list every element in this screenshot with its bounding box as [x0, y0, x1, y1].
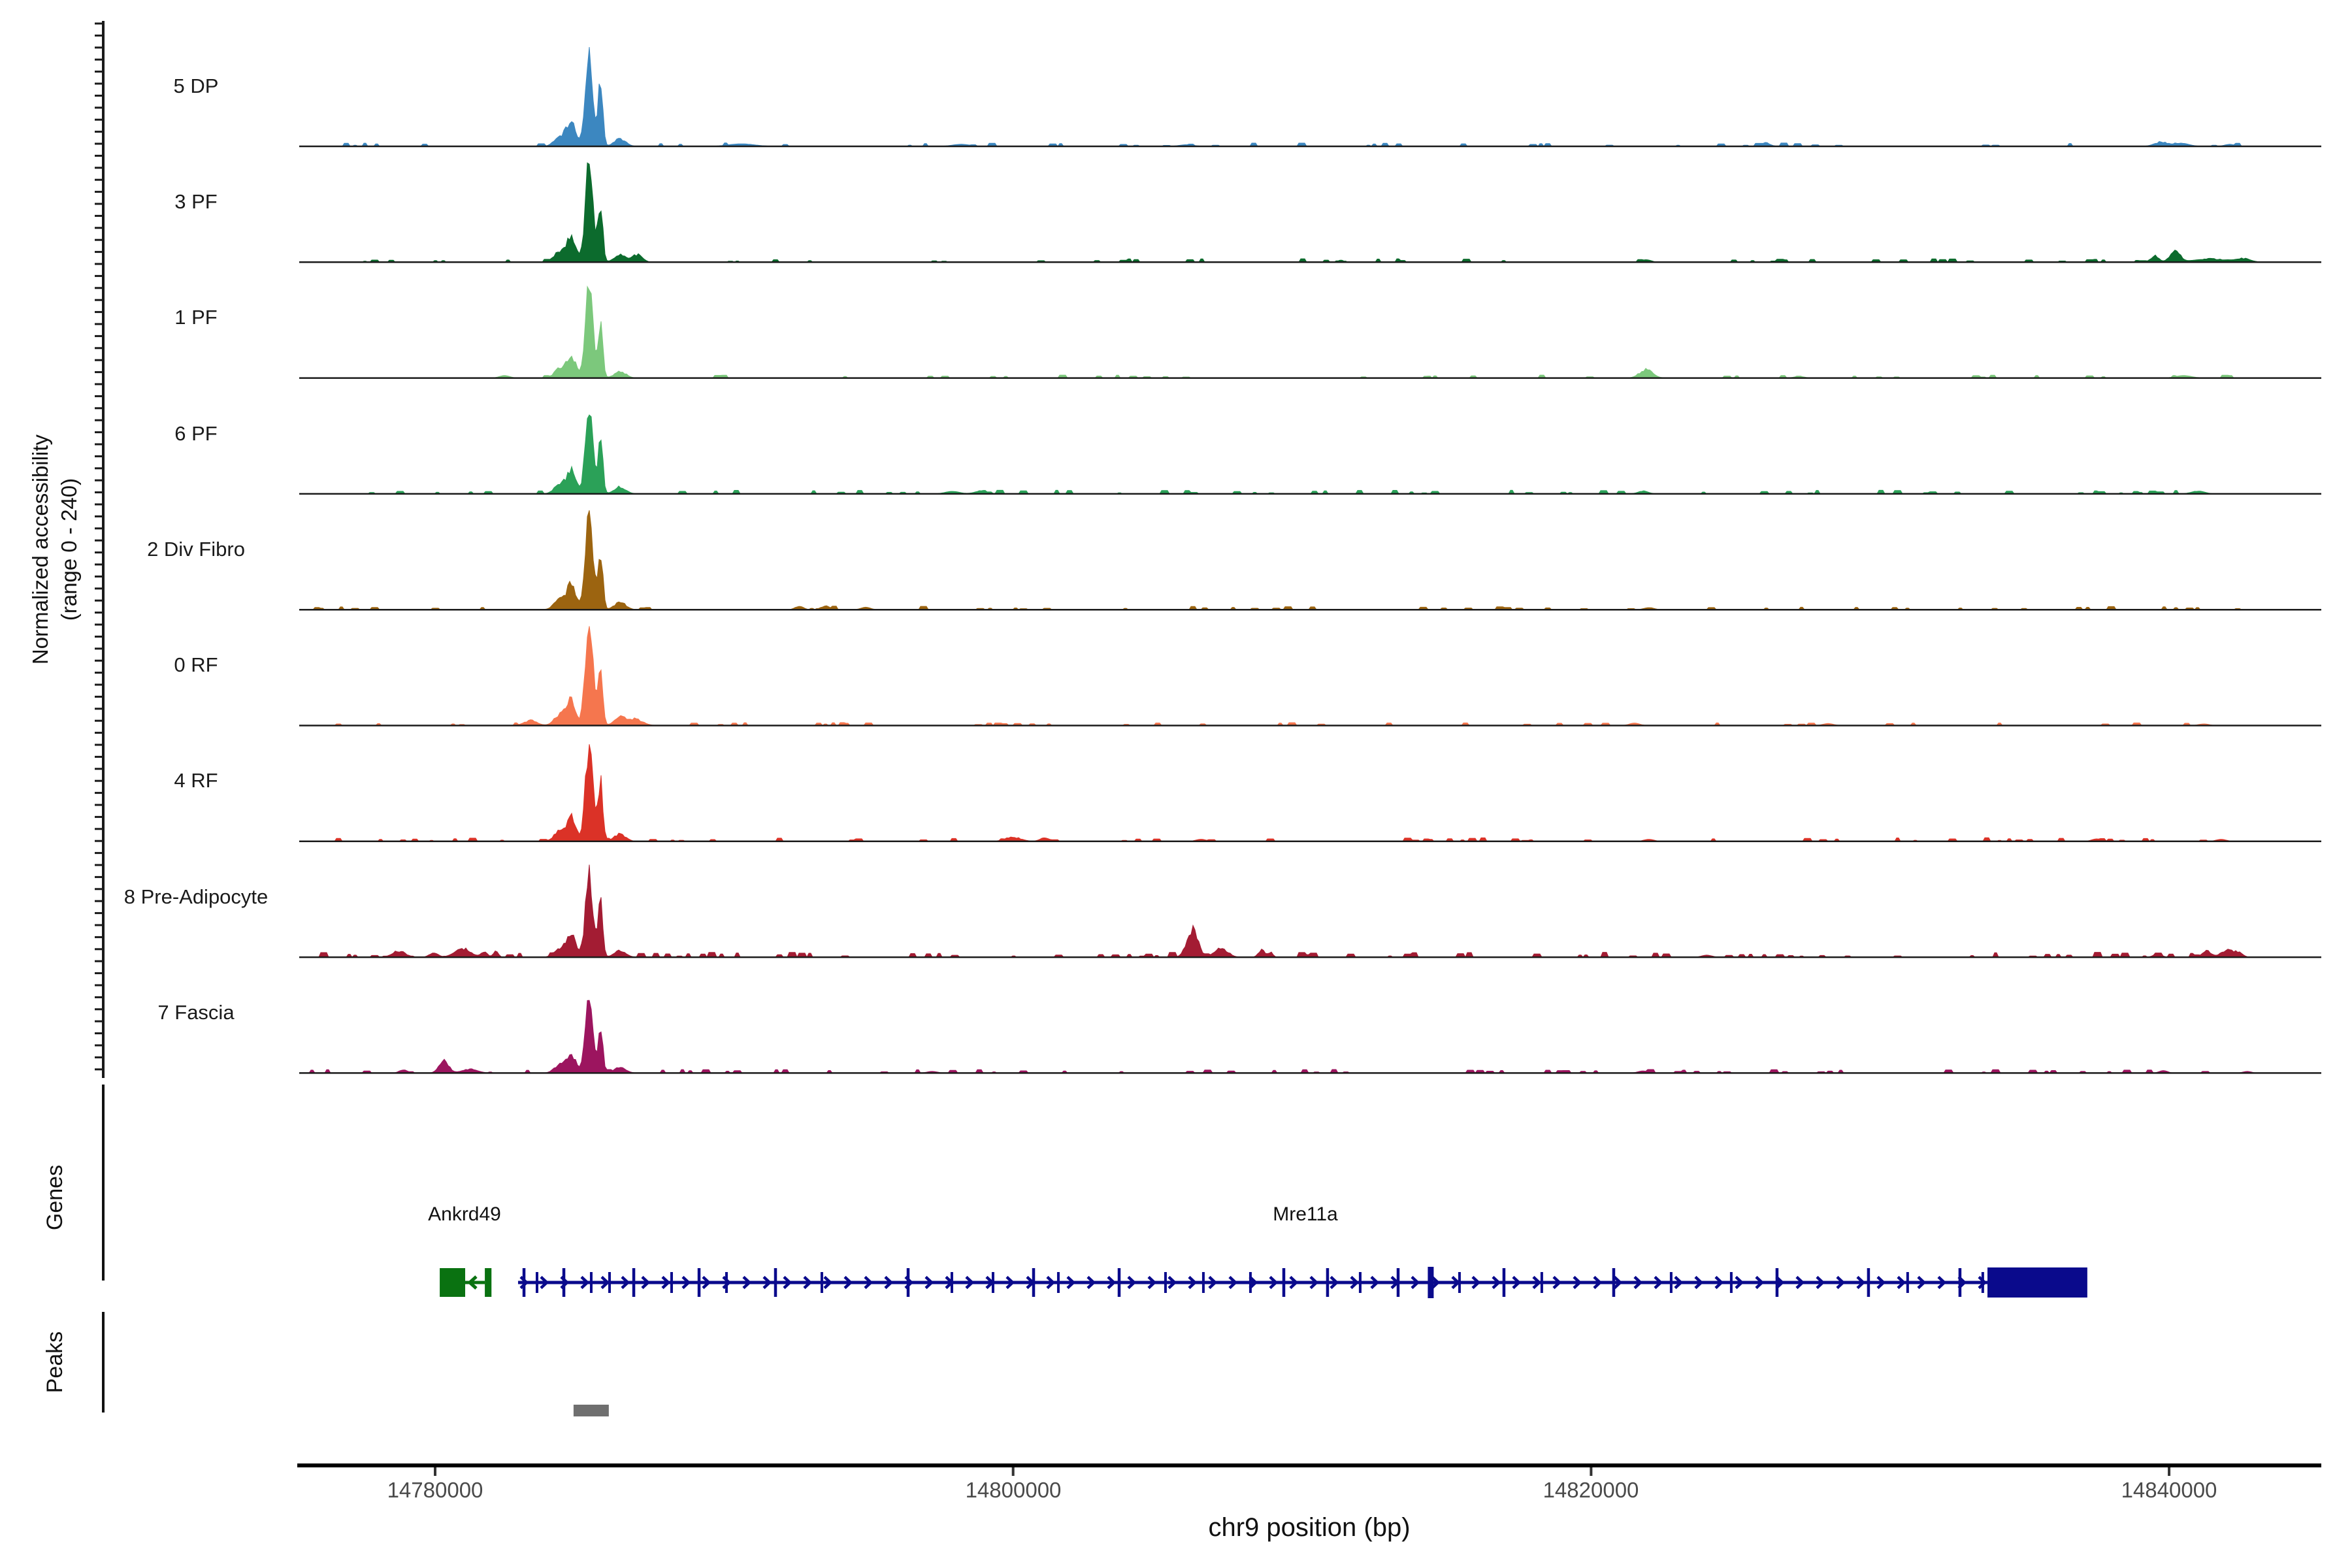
x-tick-label-14840000: 14840000 [2058, 1478, 2280, 1503]
x-tick-label-14800000: 14800000 [902, 1478, 1124, 1503]
genome-browser-figure: Normalized accessibility (range 0 - 240)… [0, 0, 2352, 1568]
track-label-1-pf: 1 PF [78, 304, 314, 331]
track-label-7-fascia: 7 Fascia [78, 1000, 314, 1026]
track-label-5-dp: 5 DP [78, 73, 314, 99]
track-label-2-div-fibro: 2 Div Fibro [78, 536, 314, 563]
y-axis-label-line1: Normalized accessibility [26, 321, 55, 778]
track-label-6-pf: 6 PF [78, 421, 314, 447]
peaks-section-label: Peaks [41, 1245, 69, 1480]
track-label-4-rf: 4 RF [78, 768, 314, 794]
x-tick-label-14820000: 14820000 [1480, 1478, 1702, 1503]
gene-label-mre11a: Mre11a [1188, 1203, 1423, 1226]
genome-browser-canvas [0, 0, 2352, 1568]
track-label-0-rf: 0 RF [78, 652, 314, 678]
y-axis-label: Normalized accessibility (range 0 - 240) [26, 321, 84, 778]
x-tick-label-14780000: 14780000 [324, 1478, 546, 1503]
x-axis-title: chr9 position (bp) [1048, 1513, 1571, 1543]
track-label-3-pf: 3 PF [78, 189, 314, 215]
track-label-8-pre-adipocyte: 8 Pre-Adipocyte [78, 884, 314, 910]
gene-label-ankrd49: Ankrd49 [347, 1203, 582, 1226]
